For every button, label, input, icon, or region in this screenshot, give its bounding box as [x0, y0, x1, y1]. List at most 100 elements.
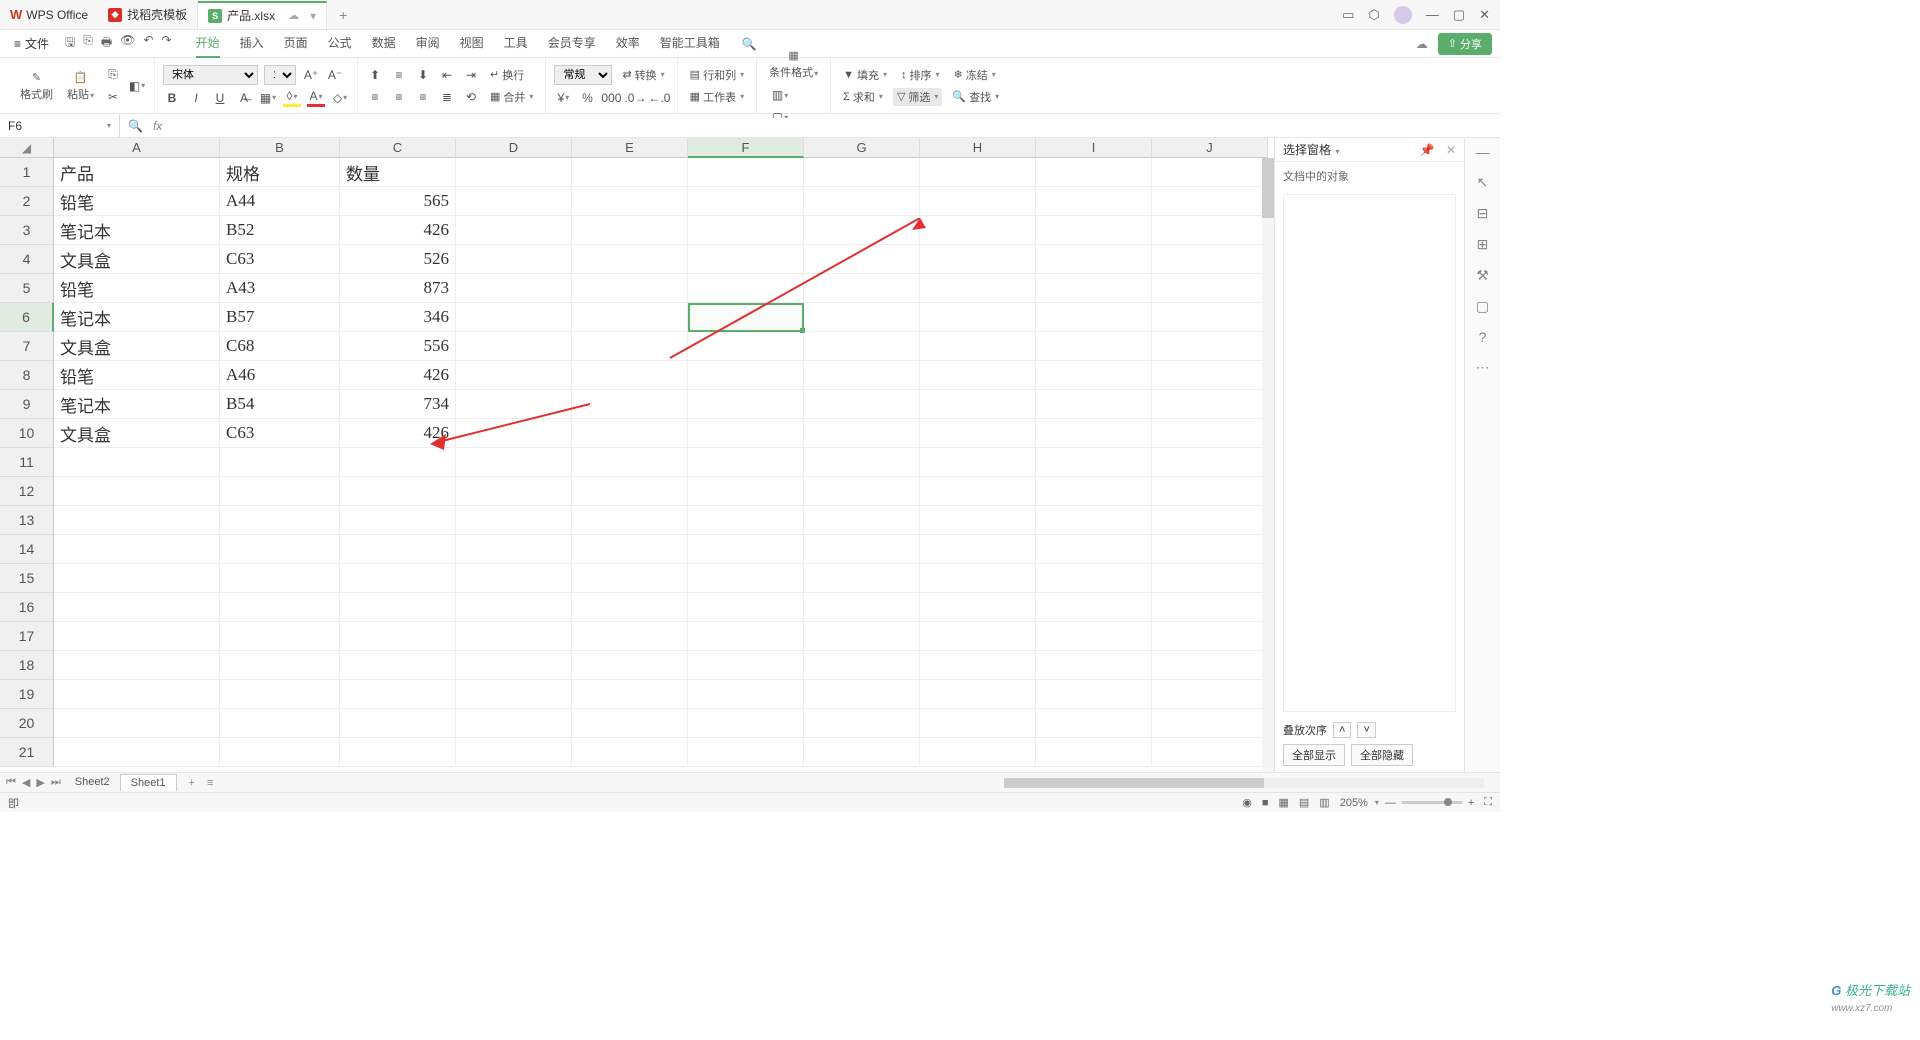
- cell-J1[interactable]: [1152, 158, 1268, 187]
- cell-A15[interactable]: [54, 564, 220, 593]
- pin-icon[interactable]: 📌: [1420, 143, 1435, 157]
- menu-tab-会员专享[interactable]: 会员专享: [548, 29, 596, 58]
- new-tab-button[interactable]: +: [327, 7, 359, 23]
- copy-icon[interactable]: ⎘: [104, 66, 122, 84]
- cell-J9[interactable]: [1152, 390, 1268, 419]
- paste-button[interactable]: 📋 粘贴▾: [63, 67, 98, 104]
- zoom-slider[interactable]: [1402, 801, 1462, 804]
- row-header-15[interactable]: 15: [0, 564, 54, 593]
- format-painter-button[interactable]: ✎ 格式刷: [16, 67, 57, 104]
- select-all-corner[interactable]: ◢: [0, 138, 54, 158]
- cell-A2[interactable]: 铅笔: [54, 187, 220, 216]
- cell-H10[interactable]: [920, 419, 1036, 448]
- cell-I20[interactable]: [1036, 709, 1152, 738]
- cell-C8[interactable]: 426: [340, 361, 456, 390]
- cell-B21[interactable]: [220, 738, 340, 767]
- align-middle-icon[interactable]: ≡: [390, 66, 408, 84]
- cell-B1[interactable]: 规格: [220, 158, 340, 187]
- cell-I5[interactable]: [1036, 274, 1152, 303]
- cell-J12[interactable]: [1152, 477, 1268, 506]
- menu-tab-数据[interactable]: 数据: [372, 29, 396, 58]
- close-button[interactable]: ✕: [1479, 7, 1490, 23]
- cell-C13[interactable]: [340, 506, 456, 535]
- cell-J11[interactable]: [1152, 448, 1268, 477]
- cell-A6[interactable]: 笔记本: [54, 303, 220, 332]
- cell-A12[interactable]: [54, 477, 220, 506]
- cell-G21[interactable]: [804, 738, 920, 767]
- minimize-button[interactable]: —: [1426, 7, 1439, 22]
- cell-style-icon[interactable]: ▥▾: [771, 86, 789, 104]
- cell-B16[interactable]: [220, 593, 340, 622]
- cell-B11[interactable]: [220, 448, 340, 477]
- cell-G7[interactable]: [804, 332, 920, 361]
- cell-E17[interactable]: [572, 622, 688, 651]
- cell-E2[interactable]: [572, 187, 688, 216]
- cell-D19[interactable]: [456, 680, 572, 709]
- cell-C1[interactable]: 数量: [340, 158, 456, 187]
- cell-C12[interactable]: [340, 477, 456, 506]
- cell-C16[interactable]: [340, 593, 456, 622]
- cell-C6[interactable]: 346: [340, 303, 456, 332]
- cell-F9[interactable]: [688, 390, 804, 419]
- cell-I7[interactable]: [1036, 332, 1152, 361]
- side-icon-2[interactable]: ⊟: [1477, 205, 1489, 222]
- cell-B9[interactable]: B54: [220, 390, 340, 419]
- dec-decrease-icon[interactable]: ←.0: [650, 89, 668, 107]
- cell-J2[interactable]: [1152, 187, 1268, 216]
- cell-B14[interactable]: [220, 535, 340, 564]
- cell-G13[interactable]: [804, 506, 920, 535]
- cell-C4[interactable]: 526: [340, 245, 456, 274]
- cell-I15[interactable]: [1036, 564, 1152, 593]
- fill-button[interactable]: ▼填充▾: [839, 66, 891, 84]
- cell-E11[interactable]: [572, 448, 688, 477]
- maximize-button[interactable]: ▢: [1453, 7, 1465, 23]
- cell-C17[interactable]: [340, 622, 456, 651]
- cell-J15[interactable]: [1152, 564, 1268, 593]
- row-header-7[interactable]: 7: [0, 332, 54, 361]
- currency-icon[interactable]: ¥▾: [554, 89, 572, 107]
- cell-C11[interactable]: [340, 448, 456, 477]
- save-icon[interactable]: 🖫: [65, 33, 75, 54]
- font-color-button[interactable]: A▾: [307, 89, 325, 107]
- cell-G19[interactable]: [804, 680, 920, 709]
- cell-G16[interactable]: [804, 593, 920, 622]
- cell-D13[interactable]: [456, 506, 572, 535]
- cell-G6[interactable]: [804, 303, 920, 332]
- row-header-19[interactable]: 19: [0, 680, 54, 709]
- avatar[interactable]: [1394, 6, 1412, 24]
- filter-button[interactable]: ▽筛选▾: [893, 88, 942, 106]
- cell-C21[interactable]: [340, 738, 456, 767]
- cell-B2[interactable]: A44: [220, 187, 340, 216]
- help-icon[interactable]: ?: [1479, 329, 1487, 345]
- cell-E14[interactable]: [572, 535, 688, 564]
- hide-all-button[interactable]: 全部隐藏: [1351, 744, 1413, 766]
- align-top-icon[interactable]: ⬆: [366, 66, 384, 84]
- col-header-H[interactable]: H: [920, 138, 1036, 158]
- select-tool-icon[interactable]: ↖: [1477, 174, 1489, 191]
- cell-A4[interactable]: 文具盒: [54, 245, 220, 274]
- cell-D6[interactable]: [456, 303, 572, 332]
- cell-F7[interactable]: [688, 332, 804, 361]
- cell-F2[interactable]: [688, 187, 804, 216]
- fill-color-button[interactable]: ◊▾: [283, 89, 301, 107]
- bold-button[interactable]: B: [163, 89, 181, 107]
- cell-E18[interactable]: [572, 651, 688, 680]
- name-box[interactable]: F6 ▾: [0, 114, 120, 137]
- cell-H12[interactable]: [920, 477, 1036, 506]
- cell-E12[interactable]: [572, 477, 688, 506]
- cell-I11[interactable]: [1036, 448, 1152, 477]
- add-sheet-button[interactable]: +: [181, 777, 203, 789]
- cell-H11[interactable]: [920, 448, 1036, 477]
- cell-I14[interactable]: [1036, 535, 1152, 564]
- merge-button[interactable]: ▦合并▾: [486, 88, 537, 106]
- cell-D4[interactable]: [456, 245, 572, 274]
- cell-H17[interactable]: [920, 622, 1036, 651]
- collapse-pane-icon[interactable]: —: [1476, 144, 1490, 160]
- cell-C20[interactable]: [340, 709, 456, 738]
- cell-F6[interactable]: [688, 303, 804, 332]
- cell-J13[interactable]: [1152, 506, 1268, 535]
- cell-G11[interactable]: [804, 448, 920, 477]
- cell-F11[interactable]: [688, 448, 804, 477]
- cell-F14[interactable]: [688, 535, 804, 564]
- cell-A5[interactable]: 铅笔: [54, 274, 220, 303]
